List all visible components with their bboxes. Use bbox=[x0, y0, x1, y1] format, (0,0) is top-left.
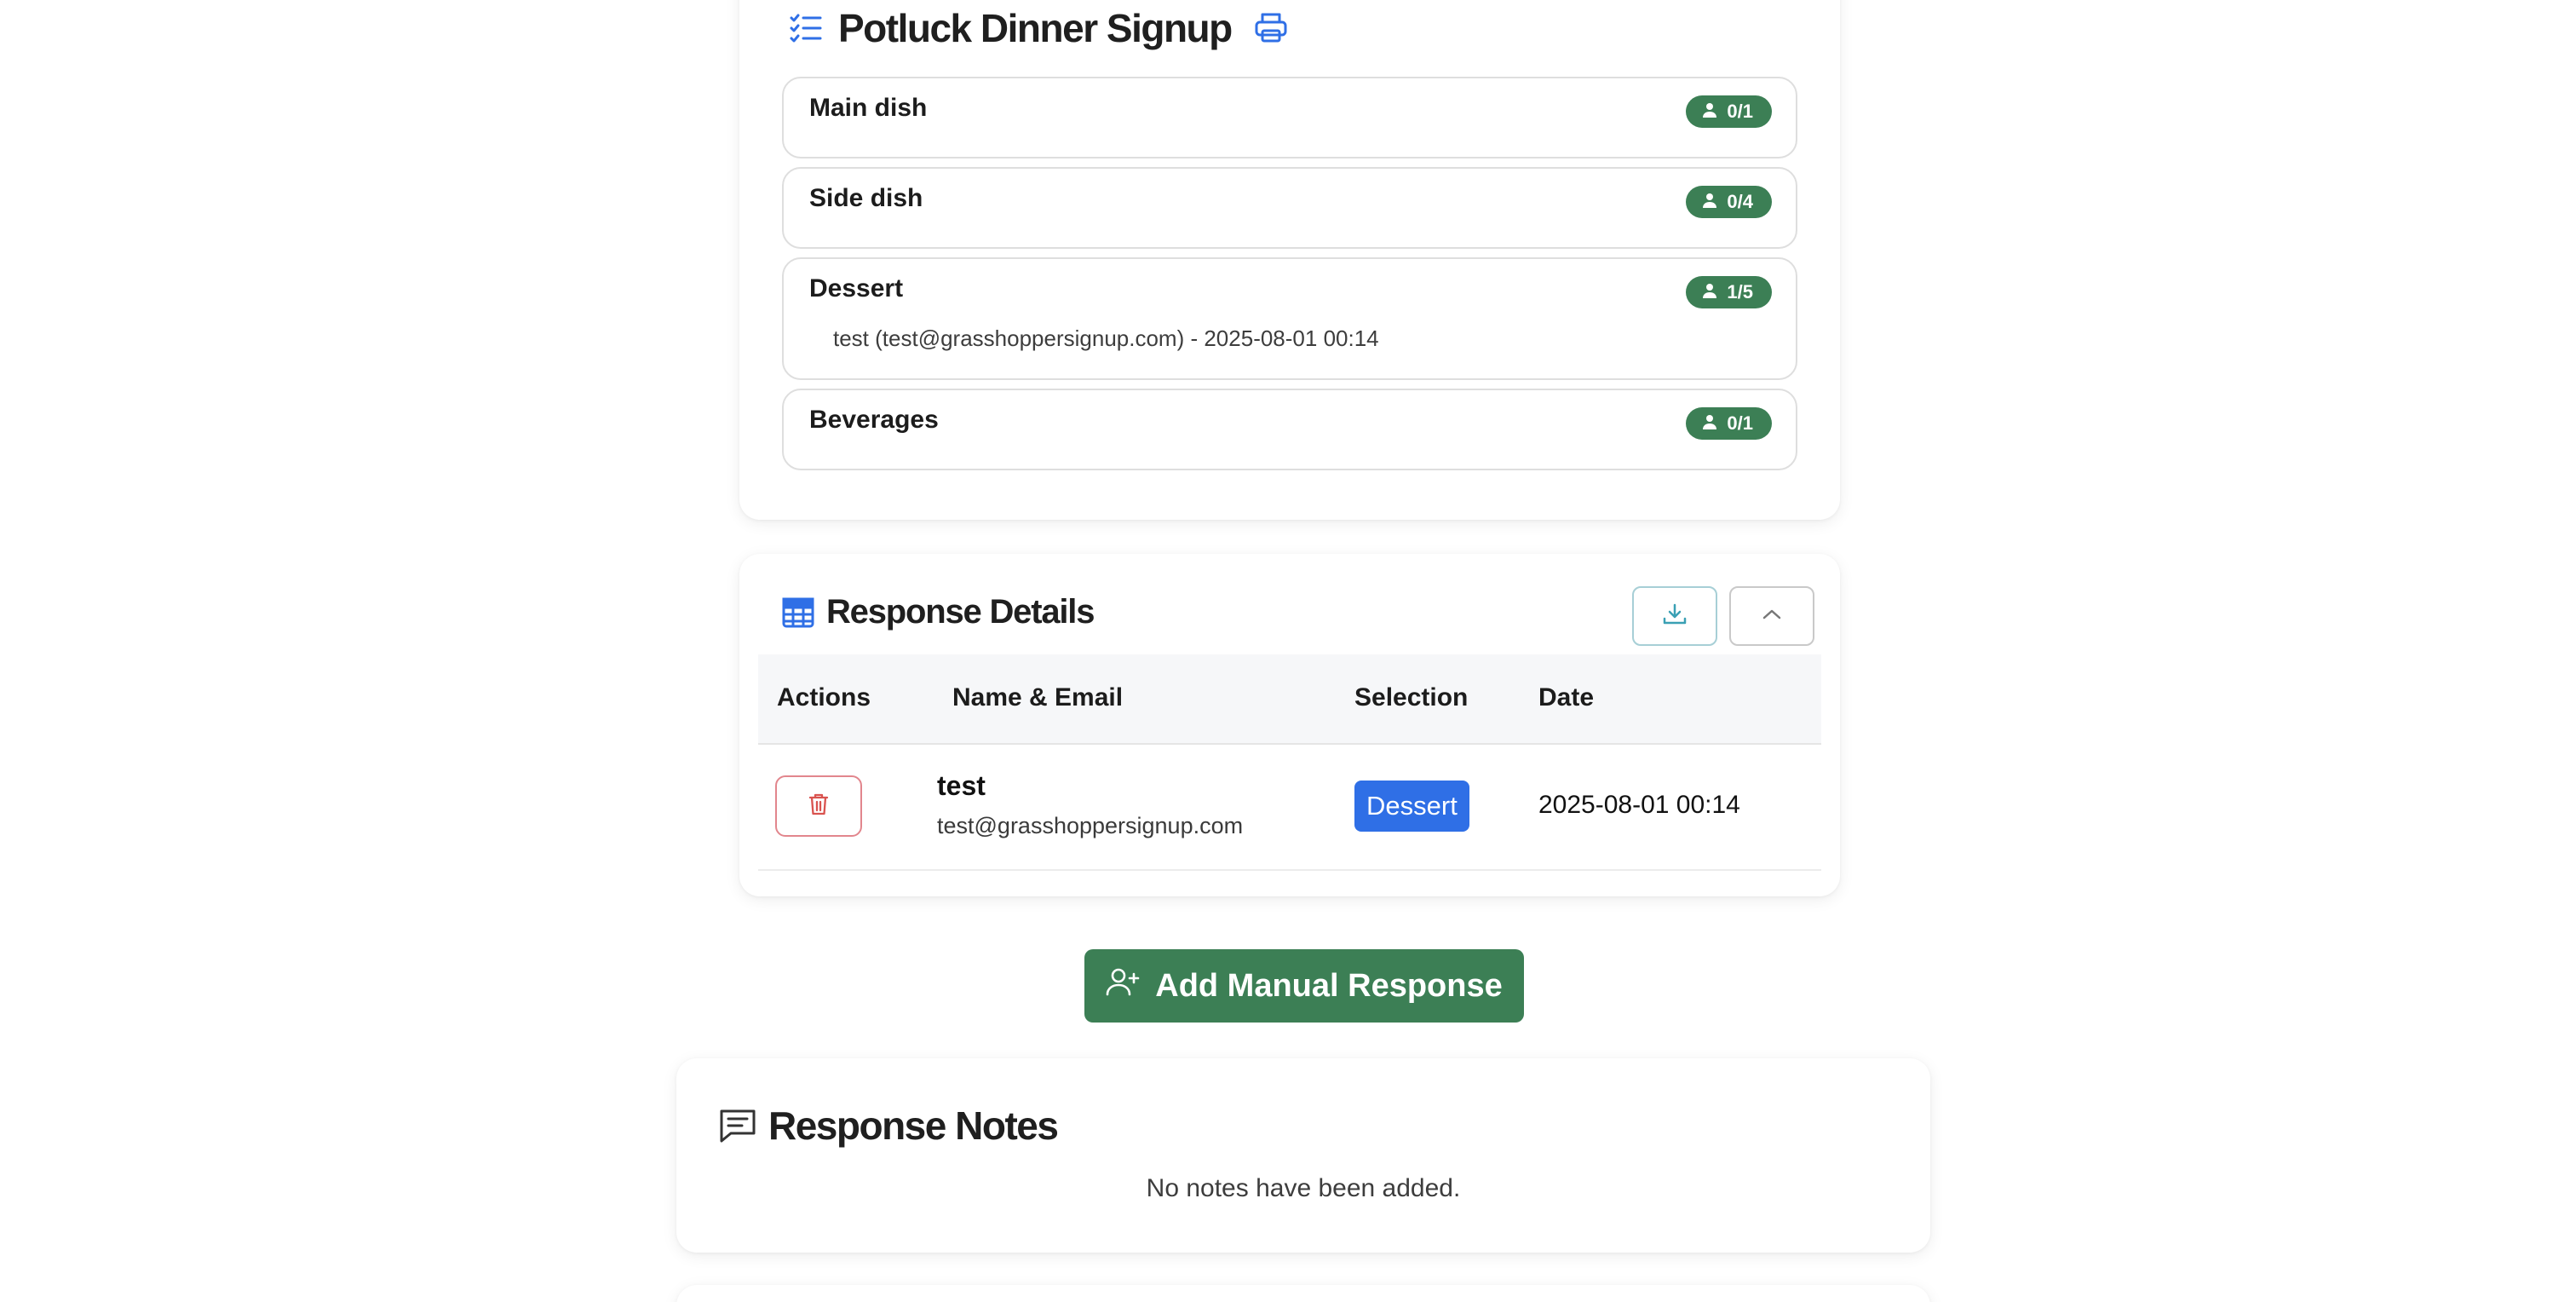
slot-count-badge: 1/5 bbox=[1686, 276, 1772, 308]
message-icon bbox=[719, 1108, 756, 1144]
column-header-selection: Selection bbox=[1354, 683, 1469, 711]
checklist-icon bbox=[789, 13, 823, 43]
slot-side-dish[interactable]: Side dish 0/4 bbox=[782, 167, 1797, 249]
download-icon bbox=[1662, 602, 1688, 631]
slot-name: Side dish bbox=[809, 184, 923, 212]
respondent-name: test bbox=[937, 770, 986, 801]
response-details-card: Response Details Actions Name & Email Se… bbox=[739, 554, 1840, 896]
add-manual-response-button[interactable]: Add Manual Response bbox=[1084, 949, 1524, 1023]
section-title: Response Details bbox=[826, 593, 1095, 631]
next-card bbox=[676, 1285, 1930, 1302]
trash-icon bbox=[808, 792, 829, 821]
slot-name: Dessert bbox=[809, 274, 904, 302]
slot-entry: test (test@grasshoppersignup.com) - 2025… bbox=[833, 326, 1379, 351]
column-header-name-email: Name & Email bbox=[952, 683, 1124, 711]
notes-empty-text: No notes have been added. bbox=[1146, 1174, 1461, 1202]
slot-count-badge: 0/1 bbox=[1686, 95, 1772, 128]
user-plus-icon bbox=[1106, 967, 1140, 1005]
respondent-email: test@grasshoppersignup.com bbox=[937, 813, 1244, 838]
table-header: Actions Name & Email Selection Date bbox=[758, 654, 1821, 745]
details-title-row: Response Details bbox=[782, 593, 1095, 631]
delete-button[interactable] bbox=[775, 775, 862, 837]
response-date: 2025-08-01 00:14 bbox=[1538, 791, 1740, 819]
table-icon bbox=[782, 597, 814, 628]
slot-count: 0/4 bbox=[1727, 191, 1753, 212]
page-title: Potluck Dinner Signup bbox=[838, 6, 1233, 50]
person-icon bbox=[1703, 101, 1717, 123]
slot-beverages[interactable]: Beverages 0/1 bbox=[782, 389, 1797, 470]
person-icon bbox=[1703, 281, 1717, 303]
add-manual-response-label: Add Manual Response bbox=[1155, 967, 1503, 1004]
column-header-actions: Actions bbox=[777, 683, 871, 711]
slot-count: 1/5 bbox=[1727, 281, 1753, 302]
slot-count: 0/1 bbox=[1727, 412, 1753, 434]
slot-count-badge: 0/1 bbox=[1686, 407, 1772, 440]
person-icon bbox=[1703, 191, 1717, 213]
signup-title-row: Potluck Dinner Signup bbox=[789, 5, 1288, 51]
collapse-button[interactable] bbox=[1729, 586, 1814, 646]
column-header-date: Date bbox=[1538, 683, 1595, 711]
slot-dessert[interactable]: Dessert 1/5 test (test@grasshoppersignup… bbox=[782, 257, 1797, 380]
response-notes-card: Response Notes No notes have been added. bbox=[676, 1058, 1930, 1253]
person-icon bbox=[1703, 412, 1717, 435]
slot-count: 0/1 bbox=[1727, 101, 1753, 122]
print-icon[interactable] bbox=[1254, 12, 1288, 44]
slot-main-dish[interactable]: Main dish 0/1 bbox=[782, 77, 1797, 158]
table-row: test test@grasshoppersignup.com Dessert … bbox=[758, 745, 1821, 871]
signup-card: Potluck Dinner Signup Main dish 0/1 Side… bbox=[739, 0, 1840, 520]
slot-count-badge: 0/4 bbox=[1686, 186, 1772, 218]
selection-badge: Dessert bbox=[1354, 781, 1469, 832]
download-button[interactable] bbox=[1632, 586, 1717, 646]
slot-name: Beverages bbox=[809, 406, 939, 434]
page: Potluck Dinner Signup Main dish 0/1 Side… bbox=[0, 0, 2576, 1302]
chevron-up-icon bbox=[1761, 608, 1783, 625]
slot-name: Main dish bbox=[809, 94, 928, 122]
section-title: Response Notes bbox=[768, 1103, 1059, 1148]
notes-title-row: Response Notes bbox=[719, 1103, 1059, 1149]
